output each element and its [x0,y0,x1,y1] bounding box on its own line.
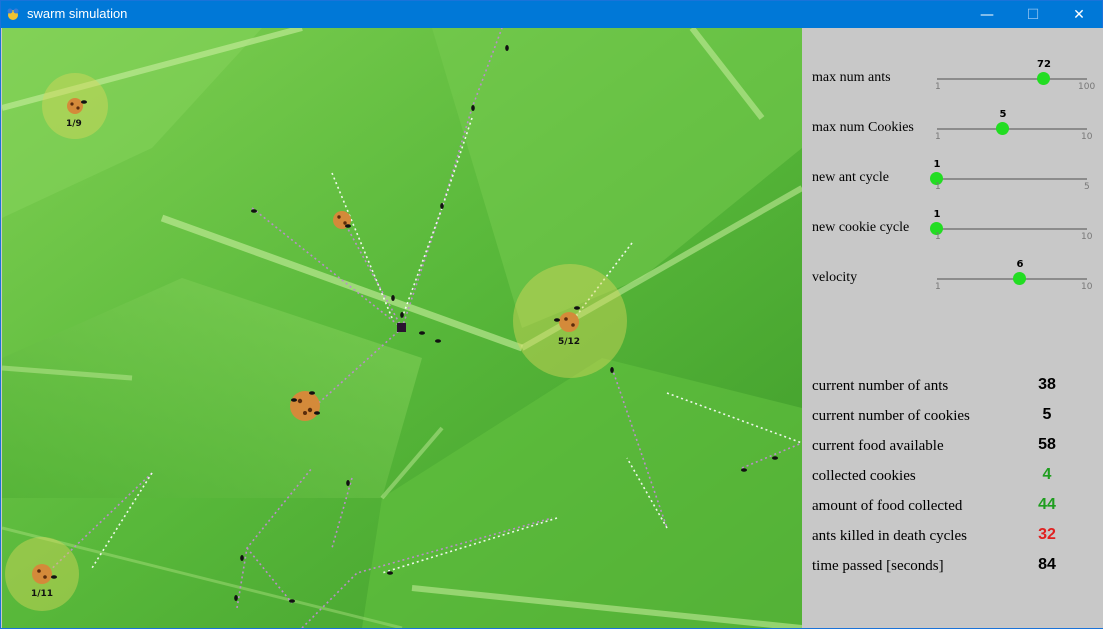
slider-value: 72 [1037,59,1051,70]
stat-value: 84 [1038,556,1056,573]
max-cookies-slider-knob[interactable] [996,122,1009,135]
cookie-counter: 1/9 [66,119,82,129]
velocity-slider[interactable] [937,278,1087,280]
cookie-counter: 5/12 [558,337,581,347]
cookie-icon [32,564,52,584]
stat-label: ants killed in death cycles [812,528,967,544]
stat-label: current number of cookies [812,408,970,424]
slider-value: 5 [999,109,1007,120]
cookie-icon [290,391,320,421]
slider-max: 10 [1081,232,1093,242]
app-window: swarm simulation — ☐ ✕ 1/9 5/12 1/11 max… [0,0,1103,629]
slider-label: new cookie cycle [812,220,910,235]
slider-min: 1 [935,232,941,242]
maximize-icon: ☐ [1026,6,1040,23]
stat-value: 32 [1038,526,1056,543]
slider-min: 1 [935,82,941,92]
simulation-canvas[interactable]: 1/9 5/12 1/11 [2,28,802,628]
leaf-background [2,28,802,628]
max-cookies-slider[interactable] [937,128,1087,130]
slider-min: 1 [935,132,941,142]
slider-value: 1 [933,209,941,220]
stat-value: 4 [1042,466,1052,483]
slider-value: 6 [1016,259,1024,270]
max-ants-slider[interactable] [937,78,1087,80]
slider-max: 5 [1084,182,1090,192]
velocity-slider-knob[interactable] [1013,272,1026,285]
slider-max: 10 [1081,132,1093,142]
close-button[interactable]: ✕ [1056,1,1102,28]
stat-value: 58 [1038,436,1056,453]
slider-max: 100 [1078,82,1096,92]
cookie-counter: 1/11 [31,589,54,599]
slider-min: 1 [935,282,941,292]
stat-label: current food available [812,438,944,454]
control-panel: max num ants 72 1 100 max num Cookies 5 … [802,28,1103,628]
stat-label: time passed [seconds] [812,558,944,574]
minimize-button[interactable]: — [964,1,1010,28]
close-icon: ✕ [1073,6,1085,23]
app-icon [7,8,19,20]
slider-value: 1 [933,159,941,170]
title-bar[interactable]: swarm simulation — ☐ ✕ [1,1,1102,28]
new-ant-cycle-slider[interactable] [937,178,1087,180]
minimize-icon: — [980,6,994,23]
stat-label: collected cookies [812,468,916,484]
stat-value: 44 [1038,496,1056,513]
window-title: swarm simulation [27,6,128,21]
cookie-icon [559,312,579,332]
stat-value: 5 [1042,406,1052,423]
slider-min: 1 [935,182,941,192]
stat-label: current number of ants [812,378,949,394]
maximize-button[interactable]: ☐ [1010,1,1056,28]
ant-nest [397,323,406,332]
cookie-icon [67,98,83,114]
stat-value: 38 [1038,376,1056,393]
slider-label: velocity [812,270,858,285]
new-cookie-cycle-slider[interactable] [937,228,1087,230]
slider-label: max num Cookies [812,120,914,135]
slider-max: 10 [1081,282,1093,292]
slider-label: max num ants [812,70,891,85]
max-ants-slider-knob[interactable] [1037,72,1050,85]
slider-label: new ant cycle [812,170,889,185]
stat-label: amount of food collected [812,498,963,514]
